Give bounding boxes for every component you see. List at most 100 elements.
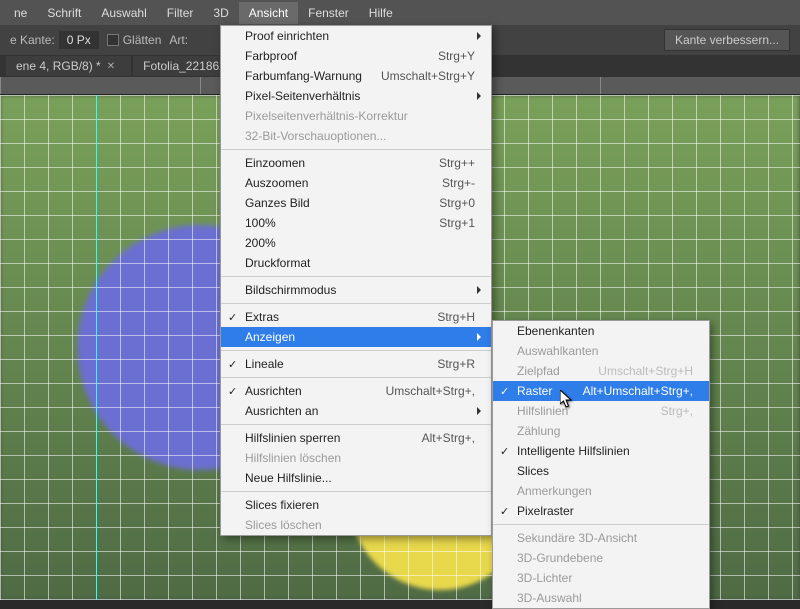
- view-menu-item[interactable]: Lineale Strg+R: [221, 354, 491, 374]
- menu-separator: [493, 524, 709, 525]
- show-submenu-item: 3D-Lichter: [493, 568, 709, 588]
- menu-item-label: Pixelseitenverhältnis-Korrektur: [245, 109, 475, 123]
- show-submenu-item: 3D-Auswahl: [493, 588, 709, 608]
- menu-ne[interactable]: ne: [4, 2, 37, 24]
- menu-item-shortcut: Umschalt+Strg+Y: [381, 69, 475, 83]
- style-label: Art:: [169, 33, 188, 47]
- view-menu-item[interactable]: 200%: [221, 233, 491, 253]
- view-menu: Proof einrichten Farbproof Strg+Y Farbumfan…: [220, 25, 492, 536]
- guide-line[interactable]: [96, 95, 97, 600]
- menu-item-label: Hilfslinien sperren: [245, 431, 408, 445]
- view-menu-item[interactable]: 100%Strg+1: [221, 213, 491, 233]
- menu-item-label: Neue Hilfslinie...: [245, 471, 475, 485]
- show-submenu-item: Zählung: [493, 421, 709, 441]
- view-menu-item[interactable]: Auszoomen Strg+-: [221, 173, 491, 193]
- menu-item-label: Pixelraster: [517, 504, 693, 518]
- show-submenu: Ebenenkanten Auswahlkanten ZielpfadUmschal…: [492, 320, 710, 609]
- feather-value[interactable]: 0 Px: [59, 31, 99, 49]
- menu-separator: [221, 491, 491, 492]
- menu-item-label: Lineale: [245, 357, 423, 371]
- menu-item-label: 200%: [245, 236, 475, 250]
- menubar: neSchriftAuswahlFilter3DAnsichtFensterHi…: [0, 0, 800, 25]
- menu-item-shortcut: Alt+Strg+,: [422, 431, 475, 445]
- view-menu-item[interactable]: Ausrichten Umschalt+Strg+,: [221, 381, 491, 401]
- menu-schrift[interactable]: Schrift: [37, 2, 91, 24]
- menu-separator: [221, 350, 491, 351]
- close-icon[interactable]: ✕: [107, 61, 115, 72]
- menu-item-label: Farbproof: [245, 49, 424, 63]
- view-menu-item: Hilfslinien löschen: [221, 448, 491, 468]
- view-menu-item[interactable]: Einzoomen Strg++: [221, 153, 491, 173]
- menu-separator: [221, 149, 491, 150]
- menu-item-label: Ganzes Bild: [245, 196, 425, 210]
- menu-item-label: Proof einrichten: [245, 29, 475, 43]
- menu-filter[interactable]: Filter: [157, 2, 204, 24]
- menu-item-label: 32-Bit-Vorschauoptionen...: [245, 129, 475, 143]
- menu-item-shortcut: Strg+,: [661, 404, 693, 418]
- show-submenu-item: Anmerkungen: [493, 481, 709, 501]
- view-menu-item[interactable]: Neue Hilfslinie...: [221, 468, 491, 488]
- menu-ansicht[interactable]: Ansicht: [239, 2, 298, 24]
- menu-item-label: Anmerkungen: [517, 484, 693, 498]
- menu-item-shortcut: Strg+-: [442, 176, 475, 190]
- menu-item-label: Farbumfang-Warnung: [245, 69, 367, 83]
- menu-item-label: Ausrichten: [245, 384, 372, 398]
- view-menu-item[interactable]: Ausrichten an: [221, 401, 491, 421]
- menu-item-label: Intelligente Hilfslinien: [517, 444, 693, 458]
- view-menu-item[interactable]: Druckformat: [221, 253, 491, 273]
- show-submenu-item[interactable]: Slices: [493, 461, 709, 481]
- menu-item-label: Auszoomen: [245, 176, 428, 190]
- menu-item-label: Zielpfad: [517, 364, 584, 378]
- menu-item-label: Einzoomen: [245, 156, 425, 170]
- show-submenu-item: ZielpfadUmschalt+Strg+H: [493, 361, 709, 381]
- menu-fenster[interactable]: Fenster: [298, 2, 359, 24]
- view-menu-item[interactable]: Farbproof Strg+Y: [221, 46, 491, 66]
- menu-separator: [221, 303, 491, 304]
- menu-item-shortcut: Strg+Y: [438, 49, 475, 63]
- show-submenu-item[interactable]: Intelligente Hilfslinien: [493, 441, 709, 461]
- menu-auswahl[interactable]: Auswahl: [91, 2, 156, 24]
- view-menu-item[interactable]: Farbumfang-Warnung Umschalt+Strg+Y: [221, 66, 491, 86]
- menu-item-label: Slices fixieren: [245, 498, 475, 512]
- menu-separator: [221, 276, 491, 277]
- menu-hilfe[interactable]: Hilfe: [359, 2, 403, 24]
- antialias-checkbox[interactable]: [107, 34, 119, 46]
- refine-edge-button[interactable]: Kante verbessern...: [664, 29, 790, 51]
- menu-item-label: Raster: [517, 384, 569, 398]
- menu-item-shortcut: Strg+R: [437, 357, 475, 371]
- view-menu-item[interactable]: Proof einrichten: [221, 26, 491, 46]
- menu-item-shortcut: Strg+1: [439, 216, 475, 230]
- menu-item-label: Zählung: [517, 424, 693, 438]
- menu-item-shortcut: Strg+H: [437, 310, 475, 324]
- view-menu-item[interactable]: Ganzes Bild Strg+0: [221, 193, 491, 213]
- menu-separator: [221, 377, 491, 378]
- view-menu-item[interactable]: Bildschirmmodus: [221, 280, 491, 300]
- menu-item-label: Sekundäre 3D-Ansicht: [517, 531, 693, 545]
- menu-3d[interactable]: 3D: [203, 2, 238, 24]
- view-menu-item[interactable]: Slices fixieren: [221, 495, 491, 515]
- show-submenu-item[interactable]: RasterAlt+Umschalt+Strg+,: [493, 381, 709, 401]
- menu-item-label: 3D-Lichter: [517, 571, 693, 585]
- menu-item-label: Hilfslinien löschen: [245, 451, 475, 465]
- view-menu-item[interactable]: Extras Strg+H: [221, 307, 491, 327]
- show-submenu-item[interactable]: Pixelraster: [493, 501, 709, 521]
- menu-item-label: Anzeigen: [245, 330, 475, 344]
- menu-item-label: Slices löschen: [245, 518, 475, 532]
- show-submenu-item: Sekundäre 3D-Ansicht: [493, 528, 709, 548]
- view-menu-item[interactable]: Hilfslinien sperren Alt+Strg+,: [221, 428, 491, 448]
- antialias-label: Glätten: [123, 33, 162, 47]
- menu-item-shortcut: Strg+0: [439, 196, 475, 210]
- menu-item-label: Pixel-Seitenverhältnis: [245, 89, 475, 103]
- menu-item-shortcut: Strg++: [439, 156, 475, 170]
- view-menu-item[interactable]: Anzeigen: [221, 327, 491, 347]
- view-menu-item: Slices löschen: [221, 515, 491, 535]
- show-submenu-item[interactable]: Ebenenkanten: [493, 321, 709, 341]
- feather-label: e Kante:: [10, 33, 55, 47]
- menu-item-shortcut: Umschalt+Strg+,: [386, 384, 475, 398]
- menu-item-label: Extras: [245, 310, 423, 324]
- view-menu-item: 32-Bit-Vorschauoptionen...: [221, 126, 491, 146]
- view-menu-item: Pixelseitenverhältnis-Korrektur: [221, 106, 491, 126]
- document-tab[interactable]: ene 4, RGB/8) *✕: [6, 56, 131, 76]
- menu-item-label: Auswahlkanten: [517, 344, 693, 358]
- view-menu-item[interactable]: Pixel-Seitenverhältnis: [221, 86, 491, 106]
